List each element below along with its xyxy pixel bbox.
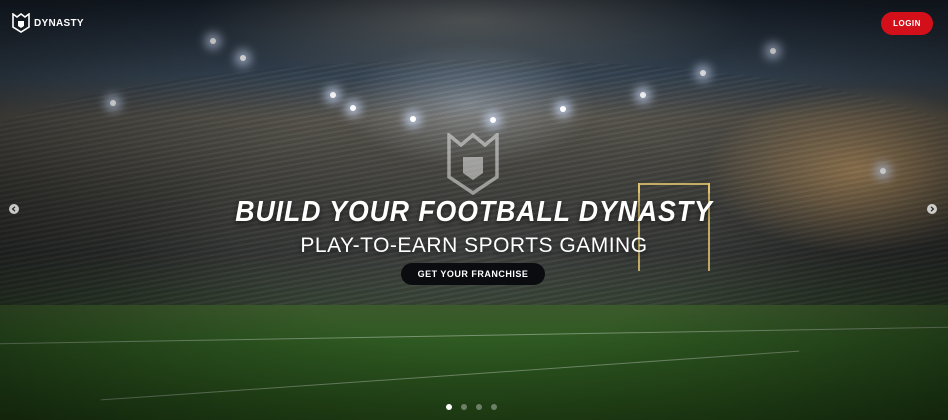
hero-headline: BUILD YOUR FOOTBALL DYNASTY — [235, 196, 713, 228]
carousel-dot[interactable] — [446, 404, 452, 410]
get-franchise-button[interactable]: GET YOUR FRANCHISE — [401, 263, 545, 285]
carousel-dots — [446, 404, 497, 410]
carousel-next-button[interactable] — [927, 204, 937, 214]
g-shield-logo-icon — [447, 133, 499, 195]
g-shield-logo-icon — [12, 13, 30, 33]
brand-name: DYNASTY — [34, 17, 84, 29]
hero-subheadline: PLAY-TO-EARN SPORTS GAMING — [300, 234, 648, 257]
carousel-dot[interactable] — [491, 404, 497, 410]
carousel-dot[interactable] — [476, 404, 482, 410]
login-button[interactable]: LOGIN — [881, 12, 933, 35]
chevron-right-icon — [930, 206, 935, 212]
carousel-prev-button[interactable] — [9, 204, 19, 214]
chevron-left-icon — [11, 206, 16, 212]
carousel-dot[interactable] — [461, 404, 467, 410]
brand-logo[interactable]: DYNASTY — [12, 13, 84, 33]
